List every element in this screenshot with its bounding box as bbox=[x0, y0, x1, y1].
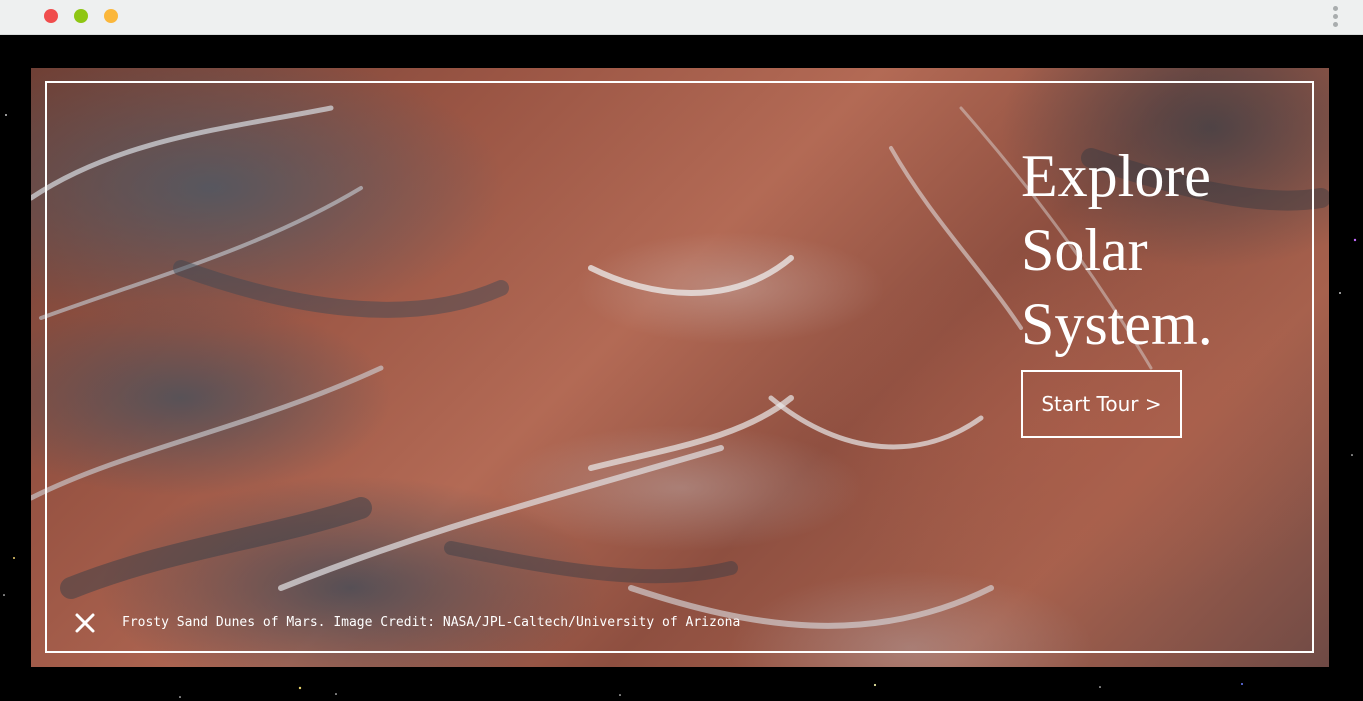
window-minimize-dot[interactable] bbox=[104, 9, 118, 23]
headline-line-1: Explore bbox=[1021, 143, 1211, 209]
window-zoom-dot[interactable] bbox=[74, 9, 88, 23]
browser-title-bar bbox=[0, 0, 1363, 35]
image-caption: Frosty Sand Dunes of Mars. Image Credit:… bbox=[122, 615, 741, 630]
headline-line-3: System. bbox=[1021, 291, 1213, 357]
close-icon[interactable] bbox=[73, 611, 97, 635]
starfield-background bbox=[0, 35, 1363, 701]
kebab-menu-icon[interactable] bbox=[1333, 6, 1339, 28]
window-close-dot[interactable] bbox=[44, 9, 58, 23]
hero-headline: Explore Solar System. bbox=[1021, 139, 1301, 361]
start-tour-button[interactable]: Start Tour > bbox=[1021, 370, 1182, 438]
headline-line-2: Solar bbox=[1021, 217, 1148, 283]
